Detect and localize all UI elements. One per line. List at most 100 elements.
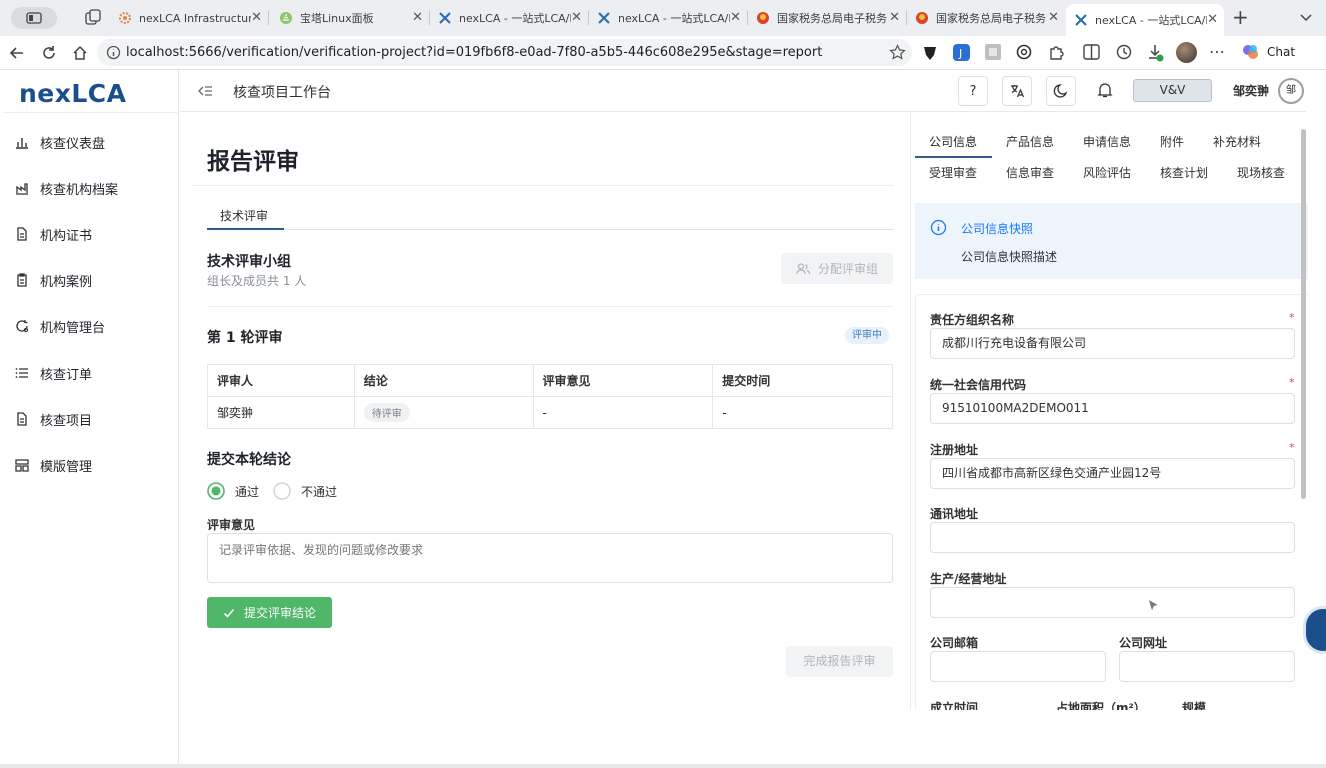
tab-supplementary[interactable]: 补充材料 bbox=[1213, 133, 1261, 150]
browser-tab[interactable]: nexLCA Infrastructure ✕ bbox=[110, 5, 268, 31]
chat-button[interactable]: Chat bbox=[1241, 42, 1295, 62]
close-icon[interactable]: ✕ bbox=[251, 10, 262, 25]
field-label: 责任方组织名称 bbox=[930, 313, 1015, 327]
info-description: 公司信息快照描述 bbox=[961, 250, 1058, 264]
chevron-down-icon[interactable] bbox=[1298, 11, 1314, 25]
tab-title: nexLCA - 一站式LCA/E bbox=[459, 12, 571, 25]
tab-technical-review[interactable]: 技术评审 bbox=[220, 207, 268, 224]
more-menu-icon[interactable]: ⋯ bbox=[1209, 42, 1225, 61]
close-icon[interactable]: ✕ bbox=[412, 10, 423, 25]
company-info-panel: 公司信息 产品信息 申请信息 附件 补充材料 受理审查 信息审查 风险评估 核查… bbox=[910, 112, 1308, 710]
close-icon[interactable]: ✕ bbox=[1048, 10, 1059, 25]
moon-icon bbox=[1053, 84, 1068, 98]
tab-application-info[interactable]: 申请信息 bbox=[1083, 133, 1131, 150]
credit-code-input[interactable]: 91510100MA2DEMO011 bbox=[930, 393, 1295, 424]
avatar[interactable]: 邹 bbox=[1278, 78, 1304, 104]
split-view-icon[interactable] bbox=[1083, 44, 1100, 60]
extension-j-icon[interactable]: J bbox=[953, 44, 970, 61]
close-icon[interactable]: ✕ bbox=[889, 10, 900, 25]
back-icon[interactable] bbox=[8, 44, 26, 62]
sidebar-item-dashboard[interactable]: 核查仪表盘 bbox=[3, 125, 178, 159]
browser-toolbar: localhost:5666/verification/verification… bbox=[0, 36, 1326, 70]
submit-review-button[interactable]: 提交评审结论 bbox=[207, 597, 332, 628]
submit-time-cell: - bbox=[712, 396, 893, 429]
mailing-address-input[interactable] bbox=[930, 522, 1295, 553]
org-name-input[interactable]: 成都川行充电设备有限公司 bbox=[930, 328, 1295, 359]
radio-fail[interactable]: 不通过 bbox=[273, 482, 337, 500]
tab-risk-assessment[interactable]: 风险评估 bbox=[1083, 164, 1131, 181]
tab-product-info[interactable]: 产品信息 bbox=[1006, 133, 1054, 150]
required-mark: * bbox=[1289, 376, 1295, 389]
workspaces-icon[interactable] bbox=[83, 8, 103, 28]
extension-openai-icon[interactable] bbox=[1015, 43, 1033, 61]
browser-tab[interactable]: nexLCA - 一站式LCA/E ✕ bbox=[430, 5, 588, 31]
tab-company-info[interactable]: 公司信息 bbox=[929, 133, 977, 150]
download-icon[interactable] bbox=[1147, 43, 1165, 63]
browser-tab-active[interactable]: nexLCA - 一站式LCA/E ✕ bbox=[1066, 4, 1224, 36]
address-bar[interactable]: localhost:5666/verification/verification… bbox=[97, 39, 912, 66]
bell-icon[interactable] bbox=[1096, 81, 1114, 99]
sidebar-item-orders[interactable]: 核查订单 bbox=[3, 356, 178, 390]
close-icon[interactable]: ✕ bbox=[571, 10, 582, 25]
field-label: 公司邮箱 bbox=[930, 636, 979, 650]
info-icon bbox=[930, 219, 947, 236]
reload-icon[interactable] bbox=[40, 44, 58, 62]
user-name[interactable]: 邹奕翀 bbox=[1233, 82, 1269, 99]
collapse-sidebar-icon[interactable] bbox=[197, 83, 213, 99]
sidebar-item-projects[interactable]: 核查项目 bbox=[3, 402, 178, 436]
mouse-cursor-icon bbox=[1147, 598, 1161, 614]
sidebar-item-templates[interactable]: 模版管理 bbox=[3, 448, 178, 482]
opinion-cell: - bbox=[532, 396, 714, 429]
star-icon[interactable] bbox=[889, 44, 906, 61]
status-badge: 评审中 bbox=[845, 327, 889, 344]
close-icon[interactable]: ✕ bbox=[1207, 12, 1218, 27]
field-label: 成立时间 bbox=[930, 701, 979, 710]
browser-tab[interactable]: 国家税务总局电子税务 ✕ bbox=[748, 5, 906, 31]
assign-review-group-button[interactable]: 分配评审组 bbox=[781, 253, 893, 284]
sidebar-item-certificates[interactable]: 机构证书 bbox=[3, 217, 178, 251]
logo[interactable]: nexLCA bbox=[19, 79, 127, 108]
extension-shield-icon[interactable] bbox=[922, 44, 938, 62]
help-button[interactable]: ? bbox=[958, 76, 988, 106]
browser-tab[interactable]: 国家税务总局电子税务 ✕ bbox=[907, 5, 1065, 31]
comment-textarea[interactable] bbox=[207, 533, 893, 583]
sidebar-item-management[interactable]: 机构管理台 bbox=[3, 309, 178, 343]
field-label: 注册地址 bbox=[930, 443, 979, 457]
company-website-input[interactable] bbox=[1119, 651, 1295, 682]
extensions-puzzle-icon[interactable] bbox=[1047, 43, 1065, 61]
sidebar-toggle-icon[interactable] bbox=[11, 7, 57, 29]
business-address-input[interactable] bbox=[930, 587, 1295, 618]
extension-box-icon[interactable] bbox=[985, 44, 1001, 60]
close-icon[interactable]: ✕ bbox=[730, 10, 741, 25]
translate-button[interactable] bbox=[1002, 76, 1032, 106]
sidebar-item-label: 机构案例 bbox=[40, 274, 93, 290]
reviewer-table: 评审人 结论 评审意见 提交时间 邹奕翀 待评审 - - bbox=[207, 364, 893, 429]
theme-toggle-button[interactable] bbox=[1046, 76, 1076, 106]
tab-onsite-verification[interactable]: 现场核查 bbox=[1237, 164, 1285, 181]
history-icon[interactable] bbox=[1115, 43, 1133, 61]
comment-label: 评审意见 bbox=[207, 518, 256, 532]
tab-attachments[interactable]: 附件 bbox=[1160, 133, 1184, 150]
browser-tab[interactable]: 宝塔Linux面板 ✕ bbox=[271, 5, 429, 31]
new-tab-icon[interactable]: + bbox=[1232, 7, 1249, 27]
sidebar-item-cases[interactable]: 机构案例 bbox=[3, 263, 178, 297]
tab-verification-plan[interactable]: 核查计划 bbox=[1160, 164, 1208, 181]
clipboard-icon bbox=[17, 273, 27, 287]
browser-tab[interactable]: nexLCA - 一站式LCA/E ✕ bbox=[589, 5, 747, 31]
info-icon[interactable] bbox=[106, 45, 121, 60]
tab-info-review[interactable]: 信息审查 bbox=[1006, 164, 1054, 181]
role-badge[interactable]: V&V bbox=[1133, 79, 1212, 102]
company-email-input[interactable] bbox=[930, 651, 1106, 682]
home-icon[interactable] bbox=[71, 44, 89, 62]
complete-report-review-button[interactable]: 完成报告评审 bbox=[786, 646, 893, 677]
nexlca-x-icon bbox=[598, 12, 610, 24]
tab-acceptance-review[interactable]: 受理审查 bbox=[929, 164, 977, 181]
registered-address-input[interactable]: 四川省成都市高新区绿色交通产业园12号 bbox=[930, 458, 1295, 489]
profile-avatar[interactable] bbox=[1176, 42, 1197, 63]
sidebar-item-org-archive[interactable]: 核查机构档案 bbox=[3, 171, 178, 205]
tab-title: 国家税务总局电子税务 bbox=[936, 12, 1046, 25]
radio-pass[interactable]: 通过 bbox=[207, 482, 259, 500]
list-icon bbox=[15, 368, 28, 378]
scrollbar-thumb[interactable] bbox=[1301, 129, 1306, 499]
info-alert: 公司信息快照 公司信息快照描述 bbox=[915, 203, 1308, 279]
